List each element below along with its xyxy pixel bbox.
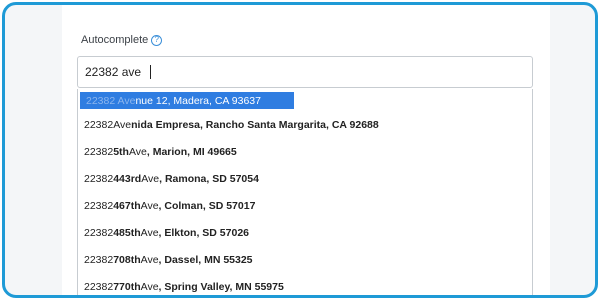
dropdown-option[interactable]: 22382 Ave nida Empresa, Rancho Santa Marg… bbox=[78, 112, 532, 138]
option-prefix: 22382 bbox=[84, 227, 114, 239]
option-rest-text: nue 12, Madera, CA 93637 bbox=[135, 94, 261, 107]
option-match: Ave bbox=[113, 119, 132, 131]
option-rest: , Colman, SD 57017 bbox=[158, 200, 256, 212]
option-street-number: 443rd bbox=[113, 173, 142, 185]
option-street-number: 5th bbox=[113, 146, 129, 158]
option-rest: , Elkton, SD 57026 bbox=[158, 227, 250, 239]
option-match: Ave bbox=[128, 146, 147, 158]
option-rest: , Dassel, MN 55325 bbox=[158, 254, 253, 266]
dropdown-option[interactable]: 22382 443rd Ave, Ramona, SD 57054 bbox=[78, 166, 532, 192]
option-prefix: 22382 bbox=[84, 254, 114, 266]
autocomplete-dropdown: 22382 Ave nue 12, Madera, CA 93637 22382 … bbox=[77, 89, 533, 295]
autocomplete-input[interactable] bbox=[77, 56, 533, 88]
screenshot-frame: Autocomplete ? 22382 Avenue 12, Madera, … bbox=[2, 2, 598, 298]
dropdown-option[interactable]: 22382 770th Ave, Spring Valley, MN 55975 bbox=[78, 274, 532, 295]
field-label-row: Autocomplete ? bbox=[81, 34, 163, 46]
option-street-number: 770th bbox=[113, 281, 141, 293]
option-match-text: 22382 Ave bbox=[86, 94, 136, 107]
autocomplete-label: Autocomplete bbox=[81, 34, 149, 46]
option-prefix: 22382 bbox=[84, 281, 114, 293]
dropdown-option[interactable]: 22382 708th Ave, Dassel, MN 55325 bbox=[78, 247, 532, 273]
question-circle-icon[interactable]: ? bbox=[151, 34, 163, 46]
text-caret bbox=[150, 65, 151, 79]
option-match: Ave bbox=[140, 200, 159, 212]
option-rest: , Ramona, SD 57054 bbox=[159, 173, 259, 185]
option-street-number: 467th bbox=[113, 200, 141, 212]
option-street-number: 708th bbox=[113, 254, 141, 266]
option-rest: nida Empresa, Rancho Santa Margarita, CA… bbox=[131, 119, 379, 131]
option-prefix: 22382 bbox=[84, 146, 114, 158]
option-street-number: 485th bbox=[113, 227, 141, 239]
option-match: Ave bbox=[140, 254, 159, 266]
dropdown-option[interactable]: 22382 485th Ave, Elkton, SD 57026 bbox=[78, 220, 532, 246]
option-prefix: 22382 bbox=[84, 200, 114, 212]
form-card: Autocomplete ? 22382 Avenue 12, Madera, … bbox=[62, 5, 550, 295]
option-rest: , Spring Valley, MN 55975 bbox=[158, 281, 284, 293]
option-rest: , Marion, MI 49665 bbox=[146, 146, 237, 158]
option-prefix: 22382 bbox=[84, 173, 114, 185]
option-match: Ave bbox=[140, 281, 159, 293]
dropdown-option-selected[interactable]: 22382 Ave nue 12, Madera, CA 93637 bbox=[80, 92, 294, 109]
dropdown-option[interactable]: 22382 467th Ave, Colman, SD 57017 bbox=[78, 193, 532, 219]
option-match: Ave bbox=[140, 227, 159, 239]
dropdown-option[interactable]: 22382 5th Ave, Marion, MI 49665 bbox=[78, 139, 532, 165]
option-prefix: 22382 bbox=[84, 119, 114, 131]
option-match: Ave bbox=[141, 173, 160, 185]
